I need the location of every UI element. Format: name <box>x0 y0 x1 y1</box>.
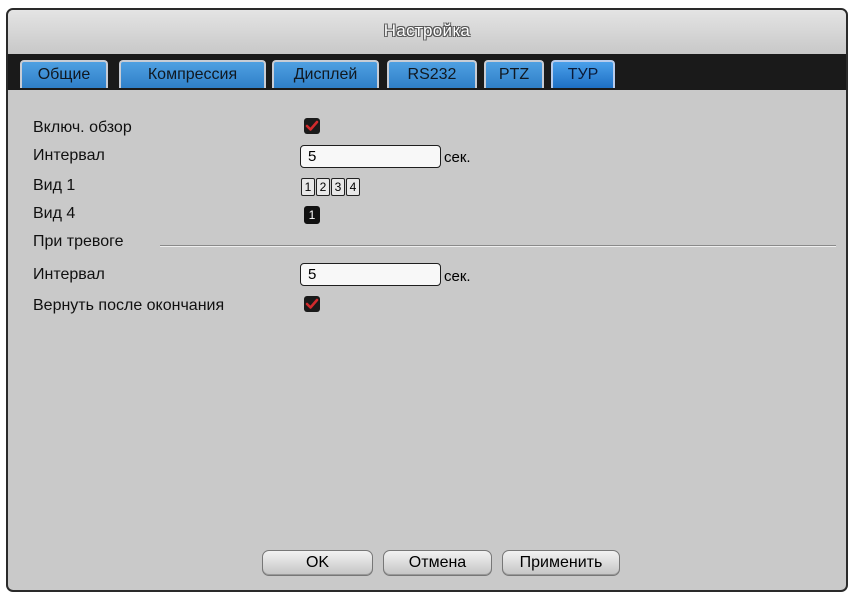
view1-option-2[interactable]: 2 <box>316 178 330 196</box>
view1-option-1[interactable]: 1 <box>301 178 315 196</box>
tab-bar: Общие Компрессия Дисплей RS232 PTZ ТУР <box>8 54 846 90</box>
tab-tour[interactable]: ТУР <box>551 60 615 88</box>
tab-rs232[interactable]: RS232 <box>387 60 477 88</box>
tab-general[interactable]: Общие <box>20 60 108 88</box>
enable-tour-checkbox[interactable] <box>304 118 320 134</box>
on-alarm-label: При тревоге <box>33 233 124 250</box>
title-bar[interactable]: Настройка <box>8 10 846 54</box>
interval-input[interactable]: 5 <box>300 145 441 168</box>
window-title: Настройка <box>383 21 471 40</box>
alarm-interval-input[interactable]: 5 <box>300 263 441 286</box>
tab-ptz[interactable]: PTZ <box>484 60 544 88</box>
section-divider <box>160 245 836 247</box>
checkmark-icon <box>305 120 319 131</box>
interval-label: Интервал <box>33 147 105 164</box>
tab-compression[interactable]: Компрессия <box>119 60 266 88</box>
alarm-interval-unit: сек. <box>444 268 471 285</box>
enable-tour-label: Включ. обзор <box>33 119 132 136</box>
view4-label: Вид 4 <box>33 205 76 222</box>
interval-unit: сек. <box>444 149 471 166</box>
view1-option-3[interactable]: 3 <box>331 178 345 196</box>
return-after-label: Вернуть после окончания <box>33 297 225 314</box>
alarm-interval-label: Интервал <box>33 266 105 283</box>
view1-option-4[interactable]: 4 <box>346 178 360 196</box>
view1-label: Вид 1 <box>33 177 76 194</box>
ok-button[interactable]: OK <box>262 550 373 576</box>
tab-display[interactable]: Дисплей <box>272 60 379 88</box>
view4-option-1[interactable]: 1 <box>304 206 320 224</box>
checkmark-icon <box>305 298 319 309</box>
settings-window: Настройка Общие Компрессия Дисплей RS232… <box>6 8 848 592</box>
apply-button[interactable]: Применить <box>502 550 620 576</box>
cancel-button[interactable]: Отмена <box>383 550 492 576</box>
return-after-checkbox[interactable] <box>304 296 320 312</box>
